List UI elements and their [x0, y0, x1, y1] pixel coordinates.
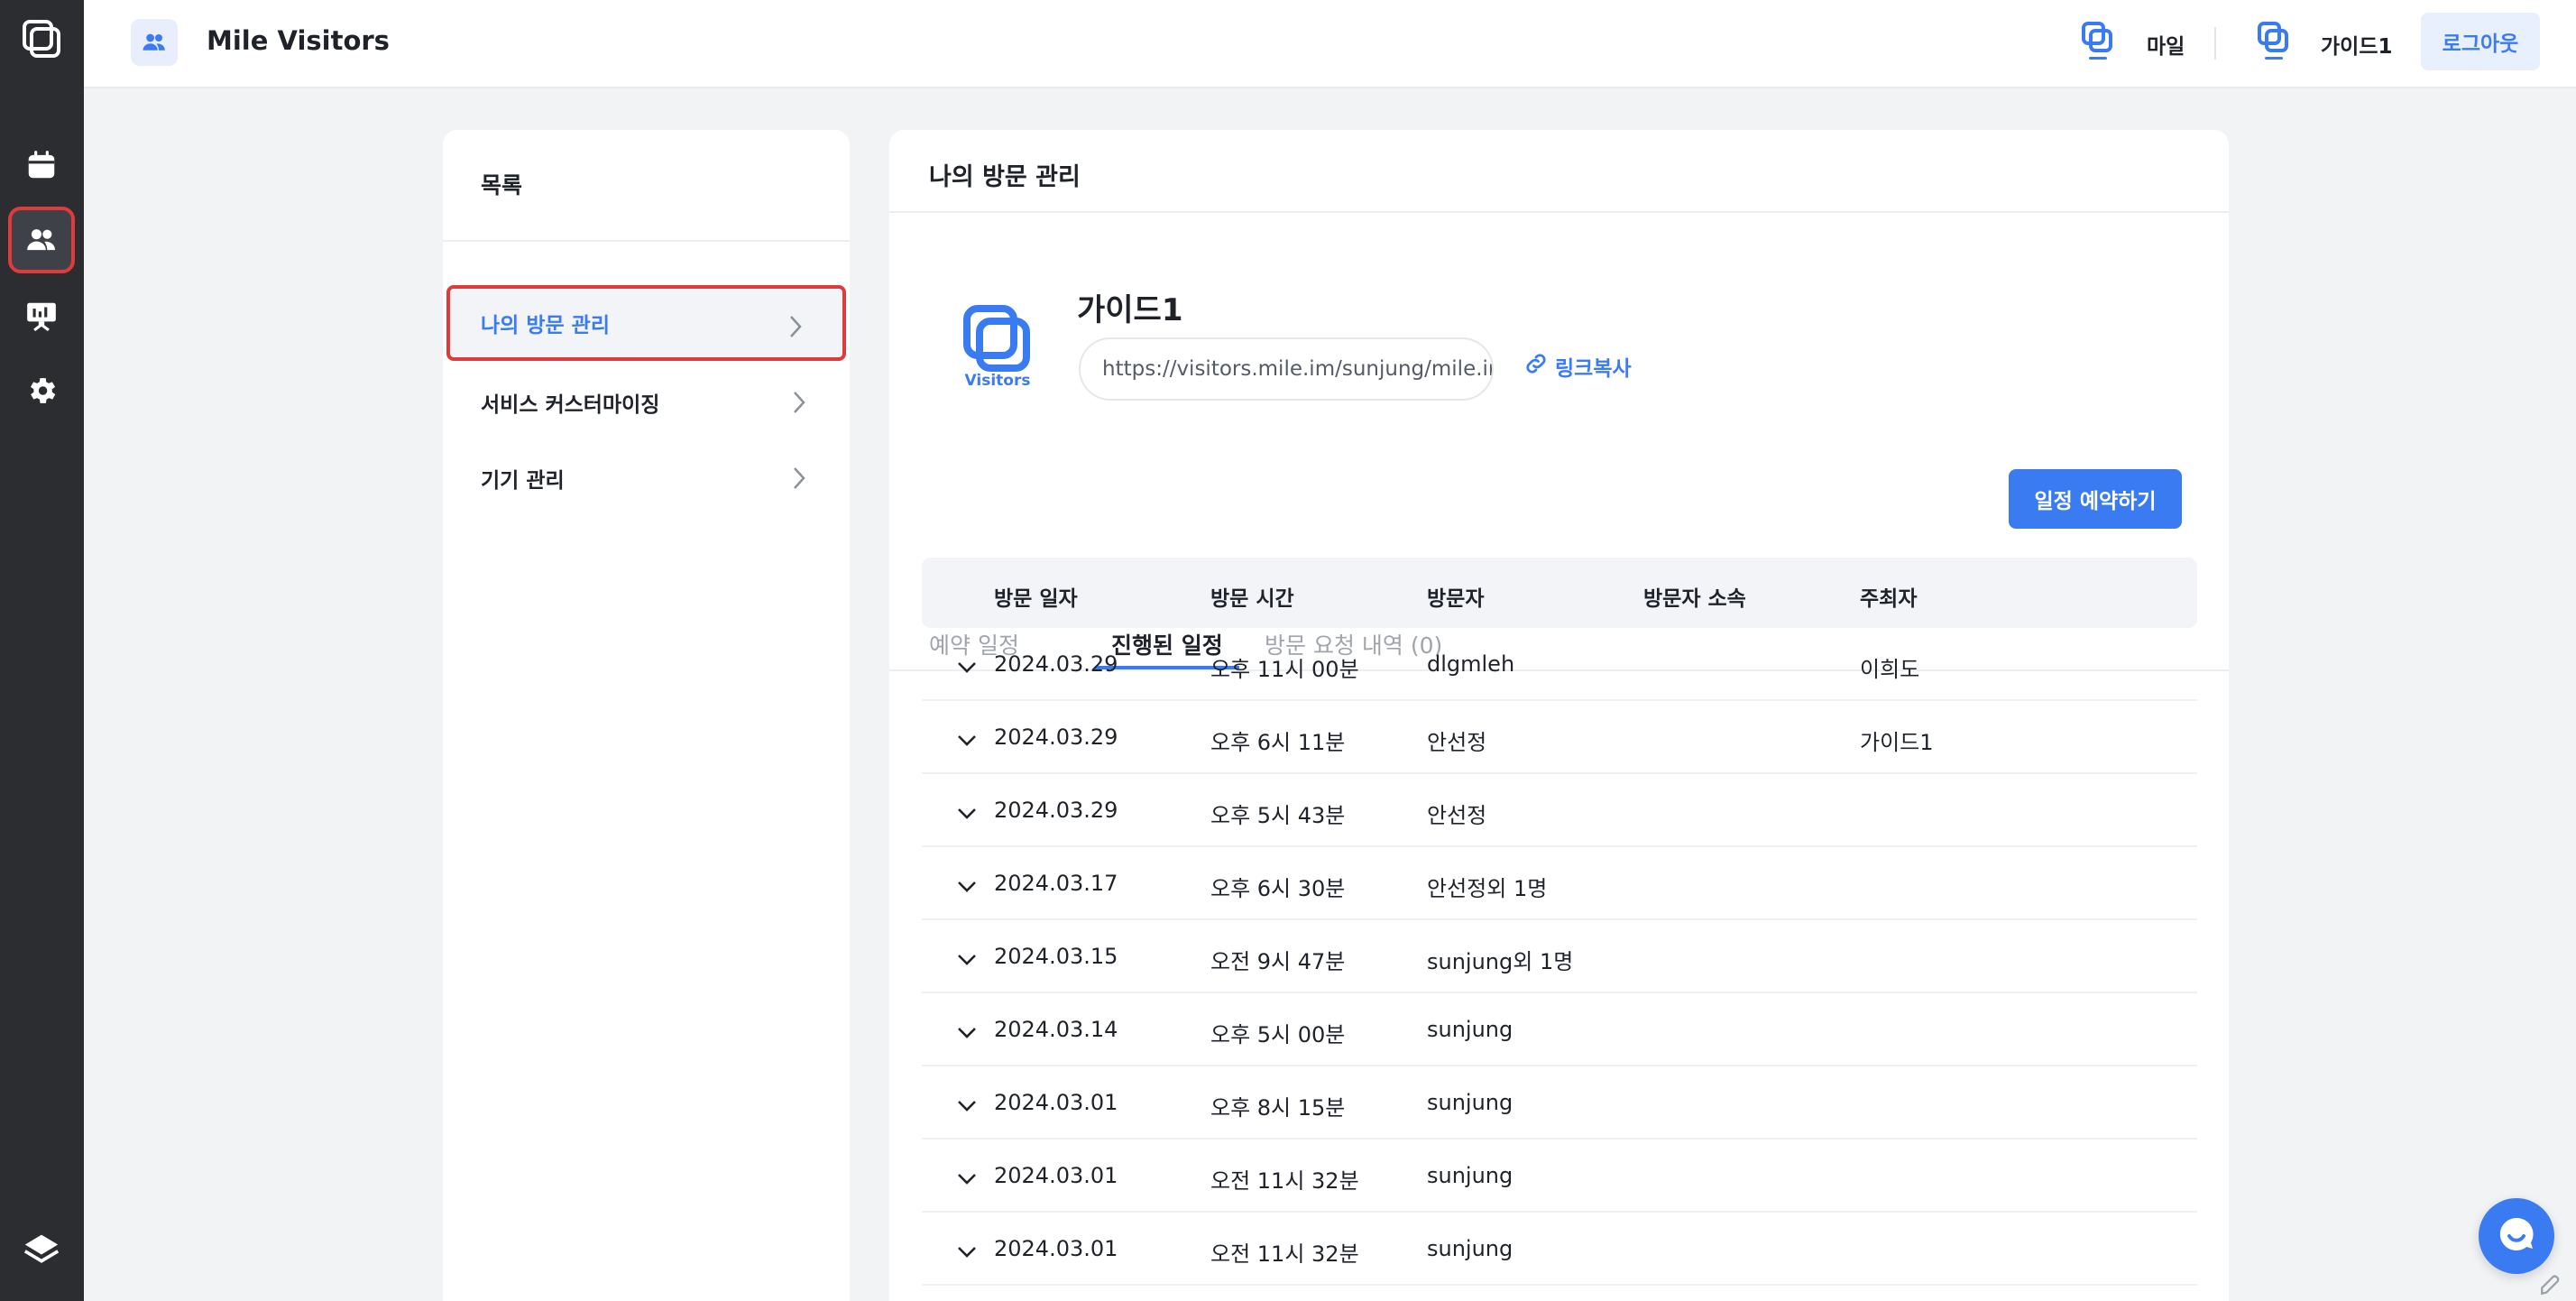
table-row[interactable]: 2024.03.01 오후 8시 15분 sunjung [922, 1066, 2197, 1140]
chevron-down-icon[interactable] [956, 801, 978, 826]
chevron-right-icon [792, 390, 806, 420]
cell-visitor: sunjung [1427, 1090, 1513, 1115]
copy-link-button[interactable]: 링크복사 [1523, 350, 1632, 383]
chevron-right-icon [792, 466, 806, 496]
cell-visitor: 안선정 [1427, 730, 1487, 755]
menu-item-label: 나의 방문 관리 [481, 314, 610, 337]
chevron-down-icon[interactable] [956, 1167, 978, 1192]
cell-date: 2024.03.01 [994, 1090, 1118, 1115]
cell-date: 2024.03.15 [994, 944, 1118, 969]
table-row[interactable]: 2024.03.29 오후 5시 43분 안선정 [922, 774, 2197, 847]
profile-link-field[interactable]: https://visitors.mile.im/sunjung/mile.im [1079, 337, 1494, 401]
app-people-icon [131, 19, 178, 66]
calendar-icon[interactable] [10, 134, 73, 197]
column-header: 방문 일자 [994, 587, 1078, 611]
workspace-logo-icon [2080, 20, 2116, 63]
column-header: 방문 시간 [1210, 587, 1294, 611]
cell-visitor: sunjung [1427, 1017, 1513, 1042]
gear-icon[interactable] [10, 359, 73, 422]
chevron-down-icon[interactable] [956, 1240, 978, 1265]
cell-date: 2024.03.29 [994, 724, 1118, 750]
menu-item-label: 서비스 커스터마이징 [481, 393, 660, 417]
cell-time: 오후 6시 30분 [1210, 876, 1346, 901]
cell-date: 2024.03.14 [994, 1017, 1118, 1042]
cell-time: 오후 6시 11분 [1210, 730, 1346, 755]
cell-date: 2024.03.01 [994, 1236, 1118, 1261]
chevron-down-icon[interactable] [956, 655, 978, 680]
visitors-logo: Visitors [952, 298, 1043, 406]
cell-visitor: sunjung [1427, 1236, 1513, 1261]
cell-time: 오전 9시 47분 [1210, 949, 1346, 974]
logout-button[interactable]: 로그아웃 [2421, 13, 2540, 70]
column-header: 방문자 소속 [1643, 587, 1746, 611]
rocket-icon[interactable] [2536, 1272, 2563, 1301]
chevron-down-icon[interactable] [956, 874, 978, 900]
cell-visitor: sunjung외 1명 [1427, 949, 1574, 974]
profile-name: 가이드1 [1077, 292, 1183, 328]
table-header: 방문 일자 방문 시간 방문자 방문자 소속 주최자 [922, 558, 2197, 628]
table-row[interactable]: 2024.03.01 오전 11시 32분 sunjung [922, 1140, 2197, 1213]
chat-button[interactable] [2479, 1198, 2554, 1274]
menu-item-label: 기기 관리 [481, 469, 565, 493]
table-row[interactable]: 2024.03.29 오후 11시 00분 dlgmleh 이희도 [922, 628, 2197, 701]
page-title: 나의 방문 관리 [889, 130, 2229, 213]
menu-item-my-visits[interactable]: 나의 방문 관리 [446, 285, 846, 361]
cell-host: 이희도 [1860, 657, 1920, 682]
left-rail [0, 0, 84, 1301]
menu-card: 목록 나의 방문 관리 서비스 커스터마이징 기기 관리 [443, 130, 850, 1301]
chevron-down-icon[interactable] [956, 728, 978, 753]
cell-date: 2024.03.01 [994, 1163, 1118, 1188]
cell-visitor: 안선정외 1명 [1427, 876, 1548, 901]
reserve-schedule-button[interactable]: 일정 예약하기 [2009, 469, 2182, 529]
table-row[interactable]: 2024.03.29 오후 6시 11분 안선정 가이드1 [922, 701, 2197, 774]
chevron-down-icon[interactable] [956, 947, 978, 973]
cell-time: 오후 11시 00분 [1210, 657, 1359, 682]
top-bar: Mile Visitors 마일 가이드1 로그아웃 [84, 0, 2576, 88]
user-name[interactable]: 가이드1 [2321, 29, 2392, 60]
cell-date: 2024.03.29 [994, 651, 1118, 677]
link-icon [1523, 350, 1550, 383]
visitors-logo-text: Visitors [964, 372, 1031, 390]
menu-item-customizing[interactable]: 서비스 커스터마이징 [446, 364, 846, 440]
chevron-right-icon [788, 314, 803, 345]
table-row[interactable]: 2024.03.17 오후 6시 30분 안선정외 1명 [922, 847, 2197, 920]
people-icon[interactable] [8, 207, 75, 273]
cell-time: 오후 8시 15분 [1210, 1095, 1346, 1121]
column-header: 방문자 [1427, 587, 1485, 611]
cell-date: 2024.03.17 [994, 871, 1118, 896]
cell-time: 오전 11시 32분 [1210, 1241, 1359, 1267]
visits-table: 방문 일자 방문 시간 방문자 방문자 소속 주최자 2024.03.29 오후 … [922, 558, 2197, 1286]
cell-visitor: dlgmleh [1427, 651, 1515, 677]
copy-link-label: 링크복사 [1555, 357, 1632, 381]
column-header: 주최자 [1860, 587, 1918, 611]
cell-time: 오후 5시 00분 [1210, 1022, 1346, 1047]
chevron-down-icon[interactable] [956, 1093, 978, 1119]
user-logo-icon [2256, 20, 2292, 63]
chevron-down-icon[interactable] [956, 1020, 978, 1046]
table-row[interactable]: 2024.03.15 오전 9시 47분 sunjung외 1명 [922, 920, 2197, 993]
cell-host: 가이드1 [1860, 730, 1934, 755]
menu-title: 목록 [443, 130, 850, 242]
chat-icon [2495, 1213, 2538, 1259]
menu-item-devices[interactable]: 기기 관리 [446, 440, 846, 516]
cell-time: 오전 11시 32분 [1210, 1168, 1359, 1194]
cell-visitor: 안선정 [1427, 803, 1487, 828]
presentation-icon[interactable] [10, 284, 73, 347]
table-body: 2024.03.29 오후 11시 00분 dlgmleh 이희도 2024.03.29… [922, 628, 2197, 1286]
app-logo-icon[interactable] [10, 7, 73, 70]
divider [2214, 27, 2216, 60]
workspace-name[interactable]: 마일 [2147, 29, 2185, 60]
table-row[interactable]: 2024.03.14 오후 5시 00분 sunjung [922, 993, 2197, 1066]
table-row[interactable]: 2024.03.01 오전 11시 32분 sunjung [922, 1213, 2197, 1286]
cell-time: 오후 5시 43분 [1210, 803, 1346, 828]
app-title: Mile Visitors [207, 25, 390, 56]
cell-visitor: sunjung [1427, 1163, 1513, 1188]
cell-date: 2024.03.29 [994, 798, 1118, 823]
layers-icon[interactable] [10, 1218, 73, 1281]
